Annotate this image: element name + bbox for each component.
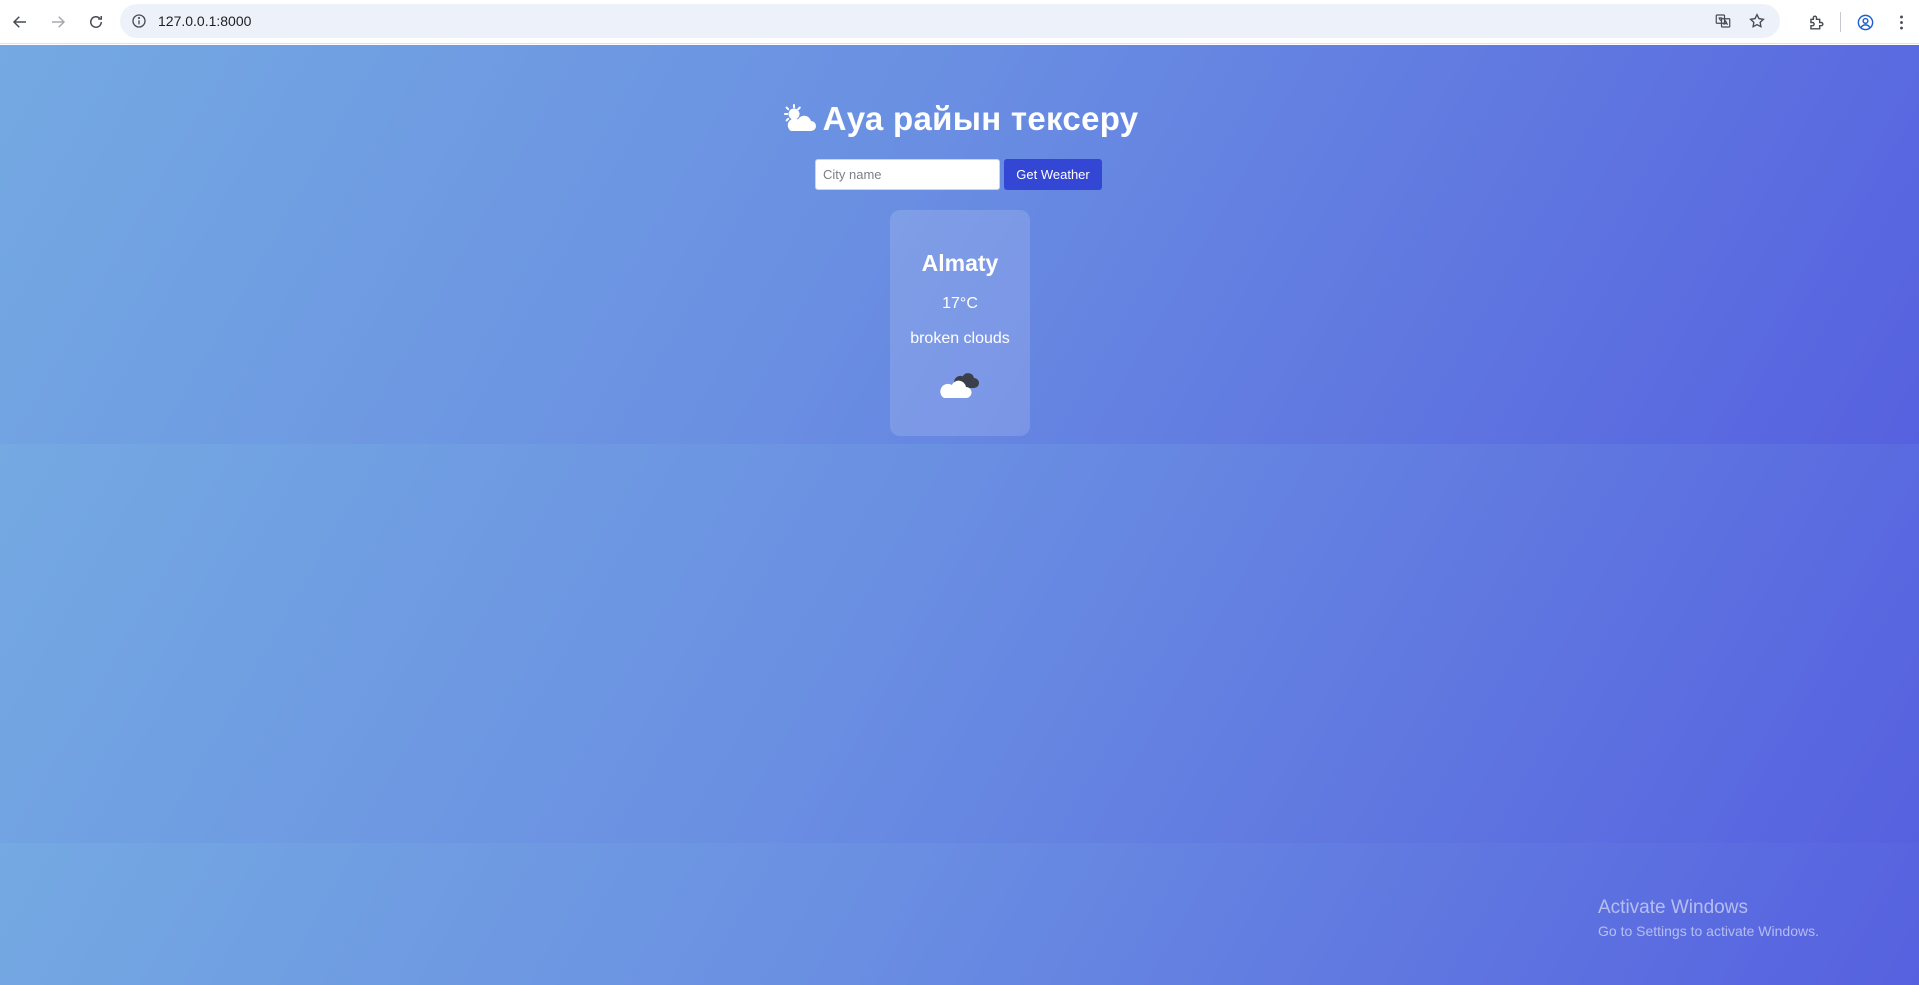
watermark-subtitle: Go to Settings to activate Windows. [1598,923,1819,939]
site-info-icon[interactable] [122,4,156,38]
address-bar[interactable]: 127.0.0.1:8000 [120,4,1780,38]
broken-clouds-icon [940,373,979,398]
forward-button[interactable] [40,4,76,40]
page-title: Ауа райын тексеру [0,100,1919,138]
get-weather-button[interactable]: Get Weather [1004,159,1102,190]
windows-activation-watermark: Activate Windows Go to Settings to activ… [1598,897,1819,939]
browser-toolbar: 127.0.0.1:8000 [0,0,1919,44]
weather-result-card: Almaty 17°C broken clouds [890,210,1030,436]
extensions-icon[interactable] [1798,4,1834,40]
bookmark-star-icon[interactable] [1742,6,1772,36]
url-text[interactable]: 127.0.0.1:8000 [158,13,251,29]
page-viewport: Ауа райын тексеру Get Weather Almaty 17°… [0,45,1919,985]
result-description: broken clouds [910,330,1010,347]
result-temperature: 17°C [942,295,978,312]
sun-behind-cloud-icon [783,104,816,131]
reload-icon [90,15,102,28]
watermark-title: Activate Windows [1598,897,1748,918]
arrow-left-icon [12,15,26,28]
more-menu-icon[interactable] [1883,4,1919,40]
translate-icon[interactable] [1708,6,1738,36]
page-title-text: Ауа райын тексеру [822,100,1139,137]
reload-button[interactable] [78,4,114,40]
profile-avatar-icon[interactable] [1847,4,1883,40]
back-button[interactable] [2,4,38,40]
result-city-name: Almaty [921,250,999,276]
arrow-right-icon [52,15,66,28]
city-name-input[interactable] [815,159,1000,190]
search-form: Get Weather [815,159,1102,190]
background-band [0,444,1919,843]
toolbar-divider [1840,12,1841,32]
